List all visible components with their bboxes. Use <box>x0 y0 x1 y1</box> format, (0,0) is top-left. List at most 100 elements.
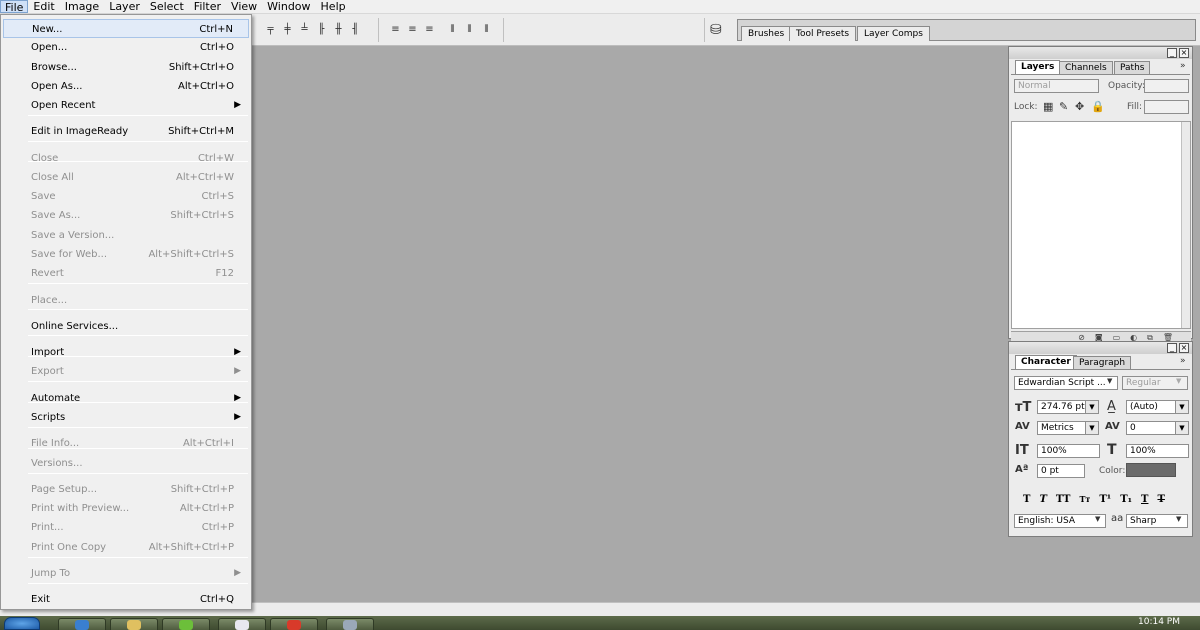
menu-item-save-a-version[interactable]: Save a Version... <box>3 226 249 245</box>
panel-titlebar[interactable] <box>1009 47 1192 59</box>
panel-titlebar[interactable] <box>1009 342 1192 354</box>
align-bottom-icon[interactable]: ╧ <box>298 22 311 36</box>
start-button[interactable] <box>4 617 40 630</box>
taskbar-photoshop-button[interactable] <box>326 618 374 630</box>
chevron-down-icon[interactable]: ▼ <box>1175 421 1189 435</box>
menu-filter[interactable]: Filter <box>189 0 226 13</box>
menu-item-export[interactable]: Export ▶ <box>3 362 249 381</box>
chevron-down-icon[interactable]: ▼ <box>1176 377 1181 385</box>
taskbar-app-button[interactable] <box>162 618 210 630</box>
taskbar-media-button[interactable] <box>270 618 318 630</box>
menu-item-save-as[interactable]: Save As... Shift+Ctrl+S <box>3 206 249 225</box>
distribute-left-icon[interactable]: ⫴ <box>446 22 459 36</box>
distribute-hcenter-icon[interactable]: ⫴ <box>463 22 476 36</box>
menu-item-print-one-copy[interactable]: Print One Copy Alt+Shift+Ctrl+P <box>3 538 249 557</box>
menu-file[interactable]: File <box>0 0 29 14</box>
tab-channels[interactable]: Channels <box>1059 61 1113 74</box>
menu-item-import[interactable]: Import ▶ <box>3 343 249 362</box>
menu-item-revert[interactable]: Revert F12 <box>3 264 249 283</box>
lock-all-icon[interactable]: 🔒 <box>1091 100 1105 113</box>
layer-list[interactable] <box>1011 121 1191 329</box>
align-hcenter-icon[interactable]: ╫ <box>332 22 345 36</box>
menu-item-page-setup[interactable]: Page Setup... Shift+Ctrl+P <box>3 480 249 499</box>
fill-field[interactable] <box>1144 100 1189 114</box>
font-size-field[interactable]: 274.76 pt <box>1037 400 1087 414</box>
menu-item-close[interactable]: Close Ctrl+W <box>3 149 249 168</box>
close-icon[interactable]: × <box>1179 48 1189 58</box>
language-select[interactable]: English: USA <box>1014 514 1106 528</box>
distribute-bottom-icon[interactable]: ≡ <box>423 22 436 36</box>
tab-paragraph[interactable]: Paragraph <box>1073 356 1132 369</box>
menu-layer[interactable]: Layer <box>104 0 145 13</box>
align-left-icon[interactable]: ╟ <box>315 22 328 36</box>
align-vcenter-icon[interactable]: ╪ <box>281 22 294 36</box>
menu-item-edit-in-imageready[interactable]: Edit in ImageReady Shift+Ctrl+M <box>3 122 249 141</box>
text-color-swatch[interactable] <box>1126 463 1176 477</box>
opacity-field[interactable] <box>1144 79 1189 93</box>
file-browser-icon[interactable]: ⛁ <box>710 22 722 38</box>
workspace-canvas[interactable] <box>252 46 1008 602</box>
menu-view[interactable]: View <box>226 0 262 13</box>
menu-item-versions[interactable]: Versions... <box>3 454 249 473</box>
distribute-top-icon[interactable]: ≡ <box>389 22 402 36</box>
lock-image-icon[interactable]: ✎ <box>1059 100 1068 113</box>
menu-item-close-all[interactable]: Close All Alt+Ctrl+W <box>3 168 249 187</box>
chevron-down-icon[interactable]: ▼ <box>1085 421 1099 435</box>
minimize-icon[interactable]: _ <box>1167 343 1177 353</box>
chevron-down-icon[interactable]: ▼ <box>1095 515 1100 523</box>
menu-window[interactable]: Window <box>262 0 315 13</box>
chevron-down-icon[interactable]: ▼ <box>1175 400 1189 414</box>
panel-menu-icon[interactable]: » <box>1180 61 1186 71</box>
kerning-select[interactable]: Metrics <box>1037 421 1087 435</box>
menu-select[interactable]: Select <box>145 0 189 13</box>
menu-item-open-as[interactable]: Open As... Alt+Ctrl+O <box>3 77 249 96</box>
align-top-icon[interactable]: ╤ <box>264 22 277 36</box>
distribute-right-icon[interactable]: ⫴ <box>480 22 493 36</box>
menu-item-online-services[interactable]: Online Services... <box>3 317 249 336</box>
leading-field[interactable]: (Auto) <box>1126 400 1176 414</box>
menu-item-file-info[interactable]: File Info... Alt+Ctrl+I <box>3 434 249 453</box>
menu-item-scripts[interactable]: Scripts ▶ <box>3 408 249 427</box>
lock-position-icon[interactable]: ✥ <box>1075 100 1084 113</box>
menu-image[interactable]: Image <box>60 0 104 13</box>
align-right-icon[interactable]: ╢ <box>349 22 362 36</box>
lock-transparent-icon[interactable]: ▦ <box>1043 100 1053 113</box>
taskbar-browser-button[interactable] <box>58 618 106 630</box>
underline-icon[interactable]: T <box>1141 494 1148 505</box>
distribute-vcenter-icon[interactable]: ≡ <box>406 22 419 36</box>
baseline-shift-field[interactable]: 0 pt <box>1037 464 1085 478</box>
menu-item-save[interactable]: Save Ctrl+S <box>3 187 249 206</box>
layer-list-scrollbar[interactable] <box>1181 122 1190 328</box>
faux-italic-icon[interactable]: T <box>1039 494 1046 505</box>
menu-item-open-recent[interactable]: Open Recent ▶ <box>3 96 249 115</box>
chevron-down-icon[interactable]: ▼ <box>1085 400 1099 414</box>
tab-paths[interactable]: Paths <box>1114 61 1151 74</box>
menu-help[interactable]: Help <box>316 0 351 13</box>
taskbar-document-button[interactable] <box>218 618 266 630</box>
chevron-down-icon[interactable]: ▼ <box>1176 515 1181 523</box>
menu-item-new[interactable]: New... Ctrl+N <box>3 19 249 38</box>
small-caps-icon[interactable]: Tт <box>1079 494 1090 505</box>
all-caps-icon[interactable]: TT <box>1056 494 1071 505</box>
tab-brushes[interactable]: Brushes <box>741 26 792 41</box>
tab-layer-comps[interactable]: Layer Comps <box>857 26 930 41</box>
blend-mode-select[interactable]: Normal <box>1014 79 1099 93</box>
close-icon[interactable]: × <box>1179 343 1189 353</box>
menu-item-exit[interactable]: Exit Ctrl+Q <box>3 590 249 609</box>
menu-item-open[interactable]: Open... Ctrl+O <box>3 38 249 57</box>
font-family-select[interactable]: Edwardian Script ... <box>1014 376 1118 390</box>
menu-item-automate[interactable]: Automate ▶ <box>3 389 249 408</box>
horizontal-scale-field[interactable]: 100% <box>1126 444 1189 458</box>
subscript-icon[interactable]: T₁ <box>1120 494 1132 505</box>
menu-edit[interactable]: Edit <box>28 0 59 13</box>
panel-menu-icon[interactable]: » <box>1180 356 1186 366</box>
strikethrough-icon[interactable]: T <box>1157 494 1164 505</box>
menu-item-save-for-web[interactable]: Save for Web... Alt+Shift+Ctrl+S <box>3 245 249 264</box>
tab-layers[interactable]: Layers <box>1015 60 1061 75</box>
tab-character[interactable]: Character <box>1015 355 1077 370</box>
menu-item-browse[interactable]: Browse... Shift+Ctrl+O <box>3 58 249 77</box>
menu-item-print-with-preview[interactable]: Print with Preview... Alt+Ctrl+P <box>3 499 249 518</box>
faux-bold-icon[interactable]: T <box>1023 494 1030 505</box>
superscript-icon[interactable]: T¹ <box>1099 494 1111 505</box>
chevron-down-icon[interactable]: ▼ <box>1107 377 1112 385</box>
